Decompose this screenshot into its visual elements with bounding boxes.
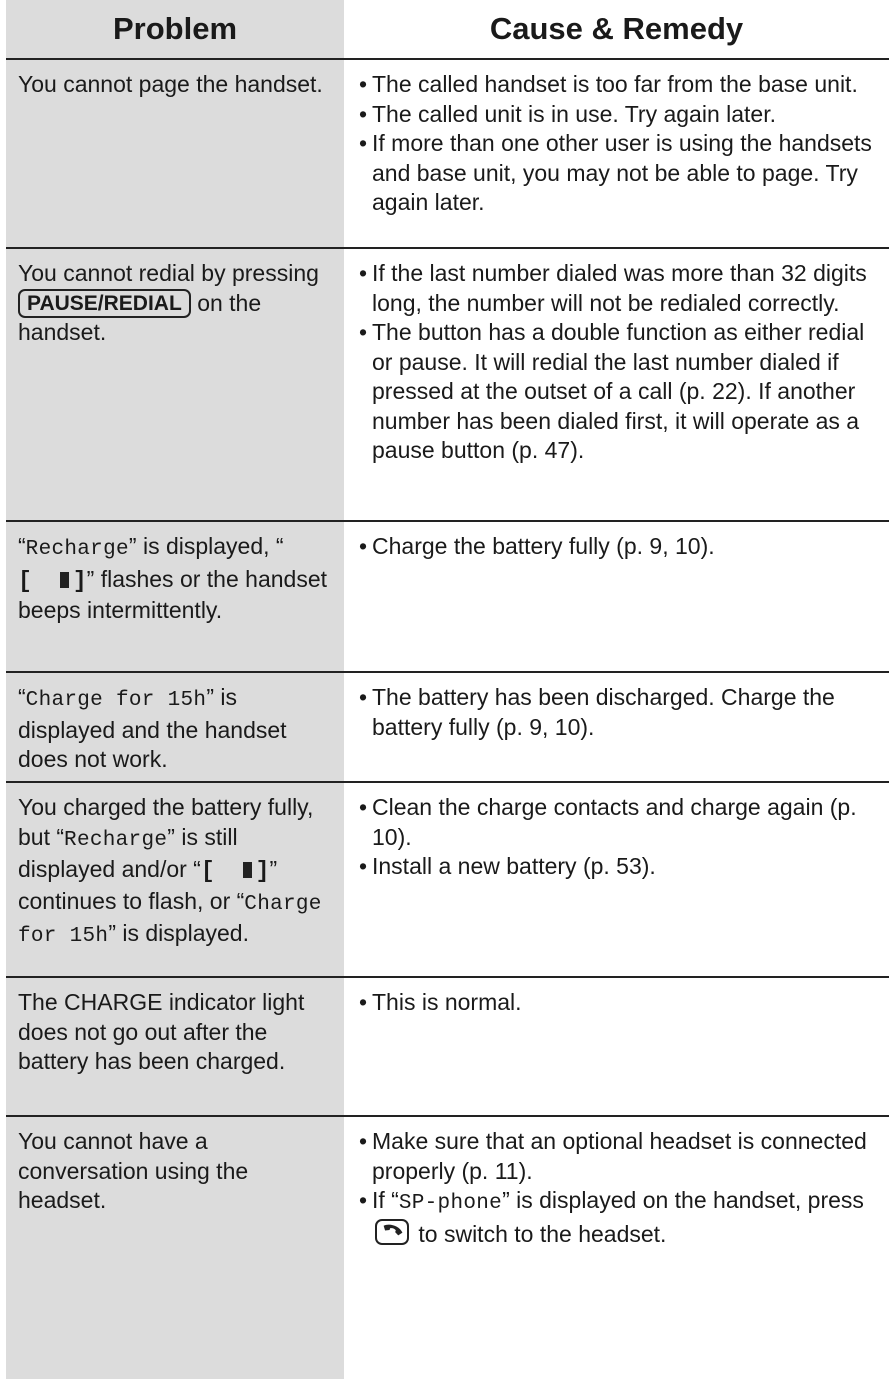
talk-phone-icon — [375, 1218, 409, 1245]
table-row: You charged the battery fully, but “Rech… — [6, 781, 889, 976]
table-row: You cannot have a conversation using the… — [6, 1115, 889, 1379]
problem-cell: “Recharge” is displayed, “[]” flashes or… — [6, 520, 344, 671]
table-row: You cannot page the handset. The called … — [6, 58, 889, 247]
row-divider — [6, 781, 889, 783]
remedy-item: This is normal. — [359, 988, 889, 1018]
remedy-item: Make sure that an optional headset is co… — [359, 1127, 889, 1186]
troubleshooting-table: Problem Cause & Remedy You cannot page t… — [6, 0, 889, 1379]
display-text-charge: Charge for 15h — [25, 689, 207, 712]
cause-remedy-heading: Cause & Remedy — [344, 0, 889, 58]
remedy-cell: If the last number dialed was more than … — [344, 247, 889, 520]
table-header: Problem Cause & Remedy — [6, 0, 889, 58]
display-text-recharge: Recharge — [64, 828, 168, 852]
problem-cell: The CHARGE indicator light does not go o… — [6, 976, 344, 1115]
remedy-item: The called unit is in use. Try again lat… — [359, 100, 889, 130]
table-row: “Recharge” is displayed, “[]” flashes or… — [6, 520, 889, 671]
problem-cell: You cannot have a conversation using the… — [6, 1115, 344, 1379]
remedy-item: The called handset is too far from the b… — [359, 70, 889, 100]
pause-redial-key: PAUSE/REDIAL — [18, 288, 191, 318]
problem-cell: You cannot page the handset. — [6, 58, 344, 247]
row-divider — [6, 1115, 889, 1117]
remedy-item: If more than one other user is using the… — [359, 129, 889, 218]
remedy-item: Clean the charge contacts and charge aga… — [359, 793, 889, 852]
remedy-item: The button has a double function as eith… — [359, 318, 889, 466]
remedy-cell: Make sure that an optional headset is co… — [344, 1115, 889, 1379]
remedy-cell: Clean the charge contacts and charge aga… — [344, 781, 889, 976]
remedy-cell: The battery has been discharged. Charge … — [344, 671, 889, 781]
table-row: You cannot redial by pressing PAUSE/REDI… — [6, 247, 889, 520]
remedy-item: Install a new battery (p. 53). — [359, 852, 889, 882]
remedy-cell: Charge the battery fully (p. 9, 10). — [344, 520, 889, 671]
display-text-sp-phone: SP-phone — [398, 1192, 503, 1215]
remedy-cell: This is normal. — [344, 976, 889, 1115]
row-divider — [6, 58, 889, 60]
remedy-item: The battery has been discharged. Charge … — [359, 683, 889, 742]
table-row: “Charge for 15h” is displayed and the ha… — [6, 671, 889, 781]
row-divider — [6, 247, 889, 249]
remedy-item: If “SP-phone” is displayed on the handse… — [359, 1186, 889, 1249]
remedy-item: Charge the battery fully (p. 9, 10). — [359, 532, 889, 562]
battery-low-icon: [] — [18, 567, 87, 594]
remedy-cell: The called handset is too far from the b… — [344, 58, 889, 247]
problem-cell: You cannot redial by pressing PAUSE/REDI… — [6, 247, 344, 520]
display-text-recharge: Recharge — [25, 538, 129, 561]
row-divider — [6, 520, 889, 522]
battery-low-icon: [] — [200, 858, 270, 884]
row-divider — [6, 976, 889, 978]
remedy-item: If the last number dialed was more than … — [359, 259, 889, 318]
problem-cell: “Charge for 15h” is displayed and the ha… — [6, 671, 344, 781]
table-row: The CHARGE indicator light does not go o… — [6, 976, 889, 1115]
problem-cell: You charged the battery fully, but “Rech… — [6, 781, 344, 976]
problem-heading: Problem — [6, 0, 344, 58]
row-divider — [6, 671, 889, 673]
